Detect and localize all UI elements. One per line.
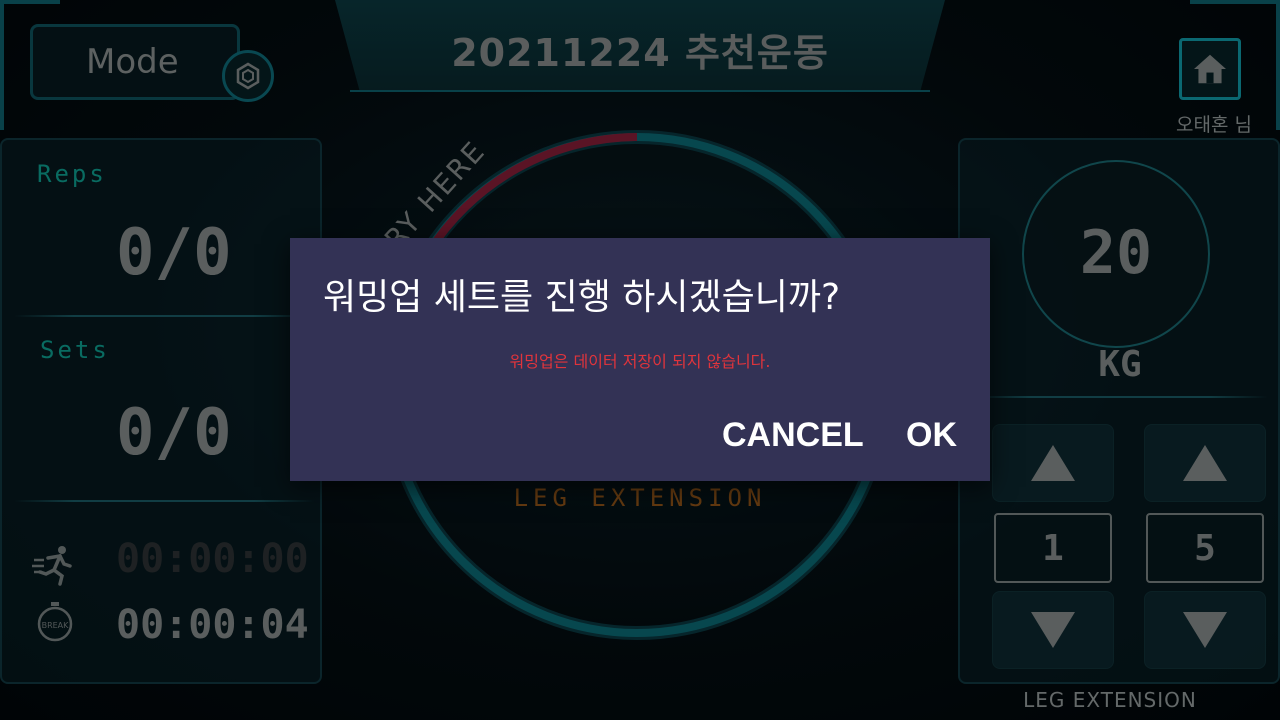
app-screen: 20211224 추천운동 Mode 오태혼 님 Reps 0/0 Sets 0…	[0, 0, 1280, 720]
dialog-title: 워밍업 세트를 진행 하시겠습니까?	[323, 277, 841, 318]
warmup-dialog: 워밍업 세트를 진행 하시겠습니까? 워밍업은 데이터 저장이 되지 않습니다.…	[290, 238, 990, 481]
cancel-button[interactable]: CANCEL	[722, 416, 864, 455]
ok-button[interactable]: OK	[906, 416, 957, 455]
dialog-message: 워밍업은 데이터 저장이 되지 않습니다.	[509, 352, 771, 371]
